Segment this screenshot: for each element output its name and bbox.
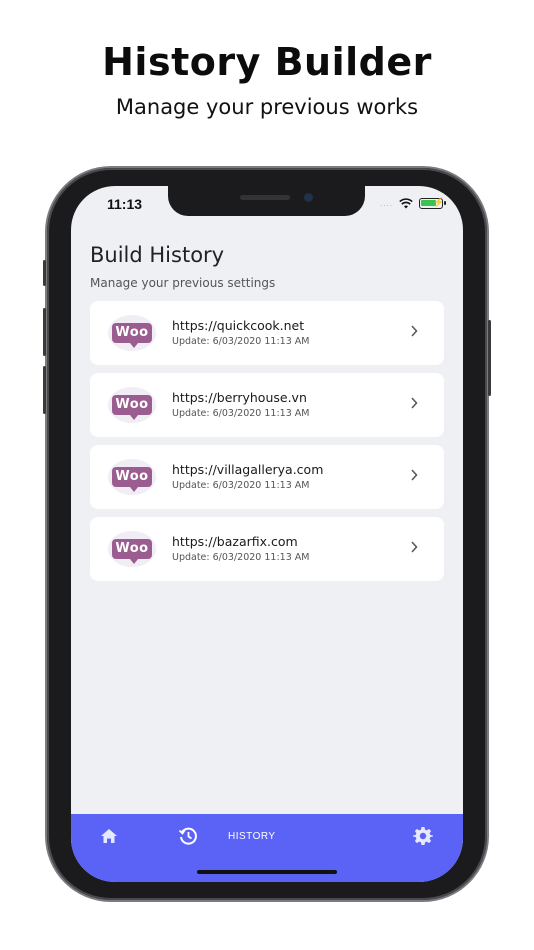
notch bbox=[168, 186, 365, 216]
promo-subtitle: Manage your previous works bbox=[115, 95, 419, 119]
camera bbox=[304, 193, 313, 202]
page-subtitle: Manage your previous settings bbox=[90, 276, 276, 290]
chevron-right-icon bbox=[411, 325, 418, 337]
volume-up-button bbox=[43, 308, 46, 356]
history-item-date: Update: 6/03/2020 11:13 AM bbox=[172, 480, 310, 491]
power-button bbox=[488, 320, 491, 396]
history-item-date: Update: 6/03/2020 11:13 AM bbox=[172, 408, 310, 419]
signal-icon: .... bbox=[380, 199, 393, 208]
battery-charging-icon: ⚡ bbox=[419, 197, 446, 209]
home-indicator bbox=[197, 870, 337, 874]
woocommerce-logo-icon: Woo bbox=[108, 531, 156, 567]
chevron-right-icon bbox=[411, 469, 418, 481]
woocommerce-logo-icon: Woo bbox=[108, 387, 156, 423]
bottom-tab-bar: HISTORY bbox=[71, 814, 463, 882]
app-screen: 11:13 .... ⚡ Build History Manage your p… bbox=[71, 186, 463, 882]
status-indicators: .... ⚡ bbox=[380, 197, 446, 209]
phone-frame: 11:13 .... ⚡ Build History Manage your p… bbox=[43, 168, 491, 900]
chevron-right-icon bbox=[411, 397, 418, 409]
history-item[interactable]: Woo https://quickcook.net Update: 6/03/2… bbox=[90, 301, 444, 365]
history-icon[interactable] bbox=[178, 826, 198, 846]
tab-history-label[interactable]: HISTORY bbox=[228, 831, 276, 842]
history-item[interactable]: Woo https://villagallerya.com Update: 6/… bbox=[90, 445, 444, 509]
history-item-url: https://bazarfix.com bbox=[172, 534, 298, 549]
promo-title: History Builder bbox=[102, 40, 432, 84]
history-item-url: https://berryhouse.vn bbox=[172, 390, 307, 405]
home-icon[interactable] bbox=[100, 828, 118, 844]
mute-switch bbox=[43, 260, 46, 286]
history-item-url: https://villagallerya.com bbox=[172, 462, 324, 477]
history-item-date: Update: 6/03/2020 11:13 AM bbox=[172, 336, 310, 347]
woocommerce-logo-icon: Woo bbox=[108, 459, 156, 495]
volume-down-button bbox=[43, 366, 46, 414]
speaker bbox=[240, 195, 290, 200]
woocommerce-logo-icon: Woo bbox=[108, 315, 156, 351]
wifi-icon bbox=[399, 198, 413, 209]
history-list: Woo https://quickcook.net Update: 6/03/2… bbox=[90, 301, 444, 589]
status-time: 11:13 bbox=[107, 196, 143, 212]
history-item-date: Update: 6/03/2020 11:13 AM bbox=[172, 552, 310, 563]
gear-icon[interactable] bbox=[413, 826, 433, 846]
page-title: Build History bbox=[90, 243, 225, 267]
history-item-url: https://quickcook.net bbox=[172, 318, 305, 333]
history-item[interactable]: Woo https://berryhouse.vn Update: 6/03/2… bbox=[90, 373, 444, 437]
chevron-right-icon bbox=[411, 541, 418, 553]
history-item[interactable]: Woo https://bazarfix.com Update: 6/03/20… bbox=[90, 517, 444, 581]
